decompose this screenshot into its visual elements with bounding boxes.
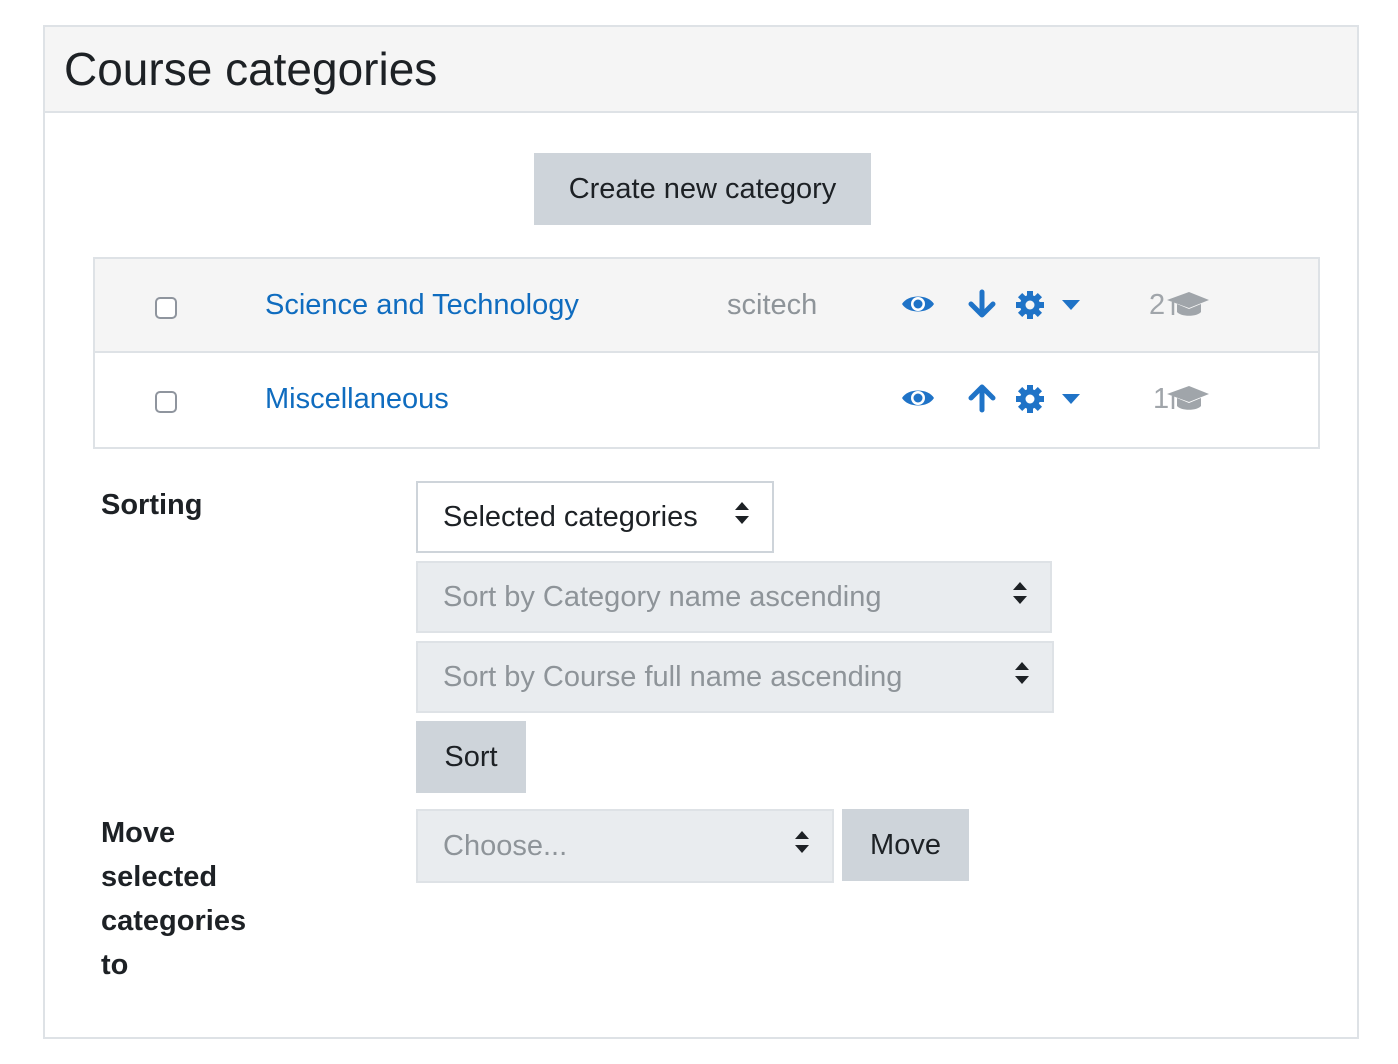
arrow-down-icon[interactable]	[967, 289, 997, 319]
course-categories-panel: Course categories Create new category Sc…	[43, 25, 1359, 1039]
course-sort-value: Sort by Course full name ascending	[443, 660, 903, 693]
create-new-category-button[interactable]: Create new category	[534, 153, 871, 225]
arrow-up-icon[interactable]	[967, 383, 997, 413]
move-target-select[interactable]: Choose...	[416, 809, 834, 883]
sort-button[interactable]: Sort	[416, 721, 526, 793]
graduation-cap-icon	[1165, 291, 1209, 326]
select-arrows-icon	[794, 829, 810, 863]
eye-icon[interactable]	[901, 385, 935, 411]
category-idnumber: scitech	[727, 289, 818, 321]
category-name-link[interactable]: Miscellaneous	[265, 383, 449, 416]
caret-down-icon[interactable]	[1061, 299, 1081, 311]
category-list: Science and Technology scitech 2 Miscell…	[93, 257, 1320, 449]
sort-scope-value: Selected categories	[443, 500, 698, 533]
sort-scope-select[interactable]: Selected categories	[416, 481, 774, 553]
category-sort-select[interactable]: Sort by Category name ascending	[416, 561, 1052, 633]
select-arrows-icon	[1014, 660, 1030, 694]
move-target-value: Choose...	[443, 829, 568, 862]
select-arrows-icon	[734, 500, 750, 534]
course-count: 2	[1149, 289, 1166, 321]
gear-icon[interactable]	[1015, 384, 1045, 414]
graduation-cap-icon	[1165, 385, 1209, 420]
category-row: Science and Technology scitech 2	[95, 259, 1318, 353]
move-label: Move selected categories to	[101, 817, 247, 981]
category-row: Miscellaneous 1	[95, 353, 1318, 447]
course-sort-select[interactable]: Sort by Course full name ascending	[416, 641, 1054, 713]
select-arrows-icon	[1012, 580, 1028, 614]
sorting-label: Sorting	[101, 489, 203, 521]
eye-icon[interactable]	[901, 291, 935, 317]
category-select-checkbox[interactable]	[155, 297, 177, 319]
caret-down-icon[interactable]	[1061, 393, 1081, 405]
category-sort-value: Sort by Category name ascending	[443, 580, 882, 613]
category-name-link[interactable]: Science and Technology	[265, 289, 579, 322]
category-select-checkbox[interactable]	[155, 391, 177, 413]
move-button[interactable]: Move	[842, 809, 969, 881]
gear-icon[interactable]	[1015, 290, 1045, 320]
panel-header: Course categories	[45, 27, 1357, 113]
page-title: Course categories	[64, 43, 438, 95]
